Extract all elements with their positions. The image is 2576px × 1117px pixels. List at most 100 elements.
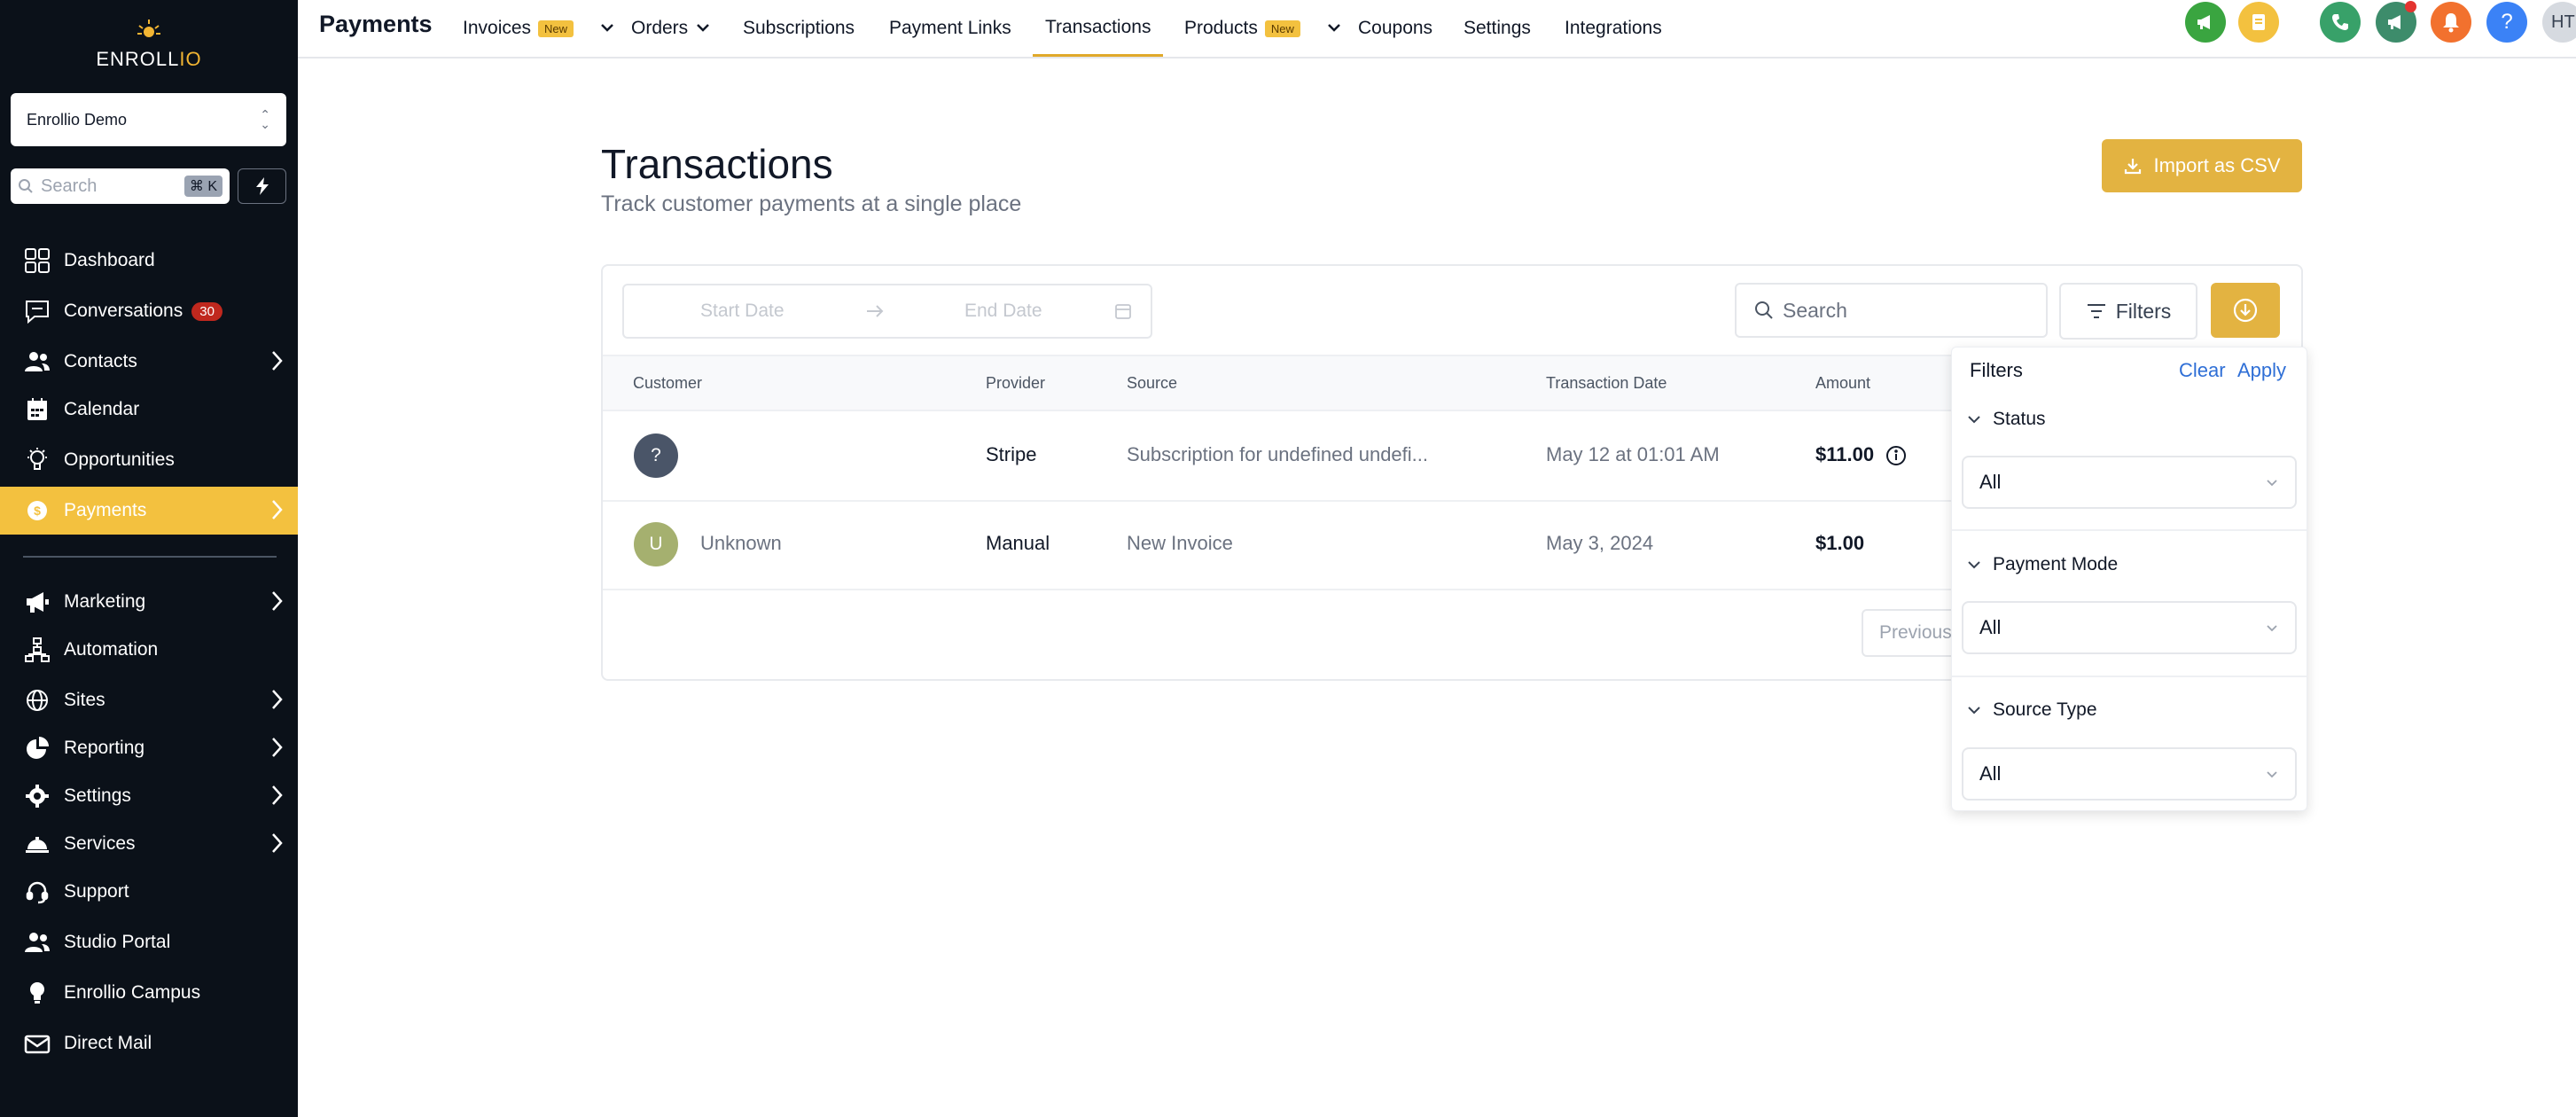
- help-button[interactable]: ?: [2486, 2, 2527, 43]
- sidebar-item-payments[interactable]: $ Payments: [0, 487, 298, 535]
- payment-mode-select[interactable]: All: [1962, 601, 2297, 654]
- sidebar-item-sites[interactable]: Sites: [0, 676, 298, 724]
- tab-label: Subscriptions: [743, 18, 855, 38]
- provider-cell: Manual: [986, 532, 1050, 554]
- tab-products[interactable]: Products New: [1184, 0, 1300, 57]
- brand-logo[interactable]: ENROLLIO: [0, 16, 298, 74]
- sidebar-item-settings[interactable]: Settings: [0, 772, 298, 820]
- source-type-section-toggle[interactable]: Source Type: [1966, 699, 2097, 721]
- status-section-toggle[interactable]: Status: [1966, 409, 2046, 430]
- import-csv-button[interactable]: Import as CSV: [2102, 139, 2302, 192]
- customer-avatar: U: [634, 522, 678, 566]
- sidebar-item-label: Opportunities: [64, 449, 175, 470]
- filter-lines-icon: [2087, 304, 2105, 318]
- sidebar-item-enrollio-campus[interactable]: Enrollio Campus: [0, 969, 298, 1017]
- sidebar-item-reporting[interactable]: Reporting: [0, 724, 298, 772]
- megaphone-icon: [23, 588, 51, 616]
- chevron-down-icon: [2267, 480, 2277, 487]
- chevron-down-icon: [2267, 771, 2277, 778]
- end-date-input[interactable]: End Date: [964, 301, 1042, 322]
- sidebar-item-calendar[interactable]: Calendar: [0, 386, 298, 434]
- user-avatar[interactable]: HT: [2542, 2, 2576, 43]
- payment-mode-section-toggle[interactable]: Payment Mode: [1966, 554, 2118, 575]
- sidebar-item-support[interactable]: Support: [0, 868, 298, 916]
- sidebar-search-input[interactable]: Search ⌘ K: [11, 168, 230, 204]
- keyboard-shortcut-hint: ⌘ K: [183, 176, 222, 197]
- sidebar-item-automation[interactable]: Automation: [0, 626, 298, 674]
- sidebar-item-studio-portal[interactable]: Studio Portal: [0, 918, 298, 966]
- sidebar-item-direct-mail[interactable]: Direct Mail: [0, 1019, 298, 1067]
- search-icon: [1755, 301, 1773, 319]
- marketing-alerts-button[interactable]: [2376, 1, 2416, 43]
- column-header-amount[interactable]: Amount: [1815, 374, 1870, 393]
- gear-icon: [23, 782, 51, 810]
- phone-icon: [2332, 14, 2348, 30]
- info-icon[interactable]: [1885, 445, 1907, 466]
- grid-icon: [23, 246, 51, 275]
- user-initials: HT: [2551, 12, 2575, 32]
- sidebar-item-label: Contacts: [64, 351, 137, 371]
- import-csv-label: Import as CSV: [2153, 154, 2281, 176]
- headset-icon: [23, 878, 51, 906]
- notes-button[interactable]: [2238, 2, 2279, 43]
- users-icon: [23, 928, 51, 957]
- tab-invoices[interactable]: Invoices New: [463, 0, 574, 57]
- app-title: Payments: [319, 11, 433, 37]
- tab-settings[interactable]: Settings: [1464, 0, 1531, 57]
- apply-filters-link[interactable]: Apply: [2237, 359, 2286, 382]
- lightbulb-icon: [23, 979, 51, 1007]
- sidebar-item-marketing[interactable]: Marketing: [0, 578, 298, 626]
- bell-service-icon: [23, 830, 51, 858]
- transactions-search-input[interactable]: Search: [1735, 283, 2048, 338]
- tab-payment-links[interactable]: Payment Links: [889, 0, 1011, 57]
- new-badge: New: [1264, 20, 1300, 37]
- chevron-down-icon[interactable]: [695, 20, 711, 35]
- sidebar-divider: [23, 556, 277, 558]
- sidebar-item-dashboard[interactable]: Dashboard: [0, 237, 298, 285]
- mail-icon: [23, 1029, 51, 1058]
- phone-button[interactable]: [2320, 2, 2361, 43]
- sidebar-item-label: Sites: [64, 690, 105, 710]
- previous-page-button[interactable]: Previous: [1862, 609, 1959, 657]
- tab-orders[interactable]: Orders: [631, 0, 688, 57]
- tab-label: Transactions: [1045, 16, 1151, 37]
- sidebar-item-services[interactable]: Services: [0, 820, 298, 868]
- account-switcher[interactable]: Enrollio Demo ⌃ ⌄: [11, 93, 286, 146]
- column-header-customer[interactable]: Customer: [633, 374, 702, 393]
- status-select[interactable]: All: [1962, 456, 2297, 509]
- sidebar-item-conversations[interactable]: Conversations 30: [0, 287, 298, 335]
- filters-button[interactable]: Filters: [2059, 283, 2197, 340]
- start-date-input[interactable]: Start Date: [700, 301, 785, 322]
- tab-subscriptions[interactable]: Subscriptions: [743, 0, 855, 57]
- announcement-button[interactable]: [2185, 2, 2226, 43]
- sidebar-item-contacts[interactable]: Contacts: [0, 338, 298, 386]
- column-header-source[interactable]: Source: [1127, 374, 1177, 393]
- svg-text:$: $: [34, 504, 41, 518]
- sidebar-item-label: Studio Portal: [64, 932, 171, 952]
- chevron-right-icon: [272, 351, 283, 371]
- date-range-picker[interactable]: Start Date End Date: [622, 284, 1152, 339]
- tab-transactions[interactable]: Transactions: [1033, 0, 1164, 57]
- filters-label: Filters: [2115, 299, 2172, 323]
- search-placeholder: Search: [1783, 298, 1847, 322]
- calendar-icon: [1115, 304, 1131, 319]
- transaction-date-cell: May 3, 2024: [1546, 532, 1654, 554]
- notebook-icon: [2252, 14, 2265, 30]
- chevron-down-icon[interactable]: [599, 20, 615, 35]
- tab-coupons[interactable]: Coupons: [1358, 0, 1432, 57]
- chevron-down-icon: [2267, 625, 2277, 632]
- quick-actions-button[interactable]: [238, 168, 286, 204]
- chevron-down-icon[interactable]: [1326, 20, 1342, 35]
- notifications-button[interactable]: [2431, 2, 2471, 43]
- sidebar-item-opportunities[interactable]: Opportunities: [0, 436, 298, 484]
- tab-integrations[interactable]: Integrations: [1565, 0, 1662, 57]
- clear-filters-link[interactable]: Clear: [2179, 359, 2226, 382]
- payment-mode-label: Payment Mode: [1993, 554, 2119, 574]
- users-icon: [23, 348, 51, 376]
- chevron-down-icon: [1968, 561, 1980, 569]
- column-header-transaction-date[interactable]: Transaction Date: [1546, 374, 1667, 393]
- column-header-provider[interactable]: Provider: [986, 374, 1045, 393]
- source-type-select[interactable]: All: [1962, 747, 2297, 801]
- export-download-button[interactable]: [2211, 283, 2280, 338]
- sidebar-item-label: Marketing: [64, 591, 146, 612]
